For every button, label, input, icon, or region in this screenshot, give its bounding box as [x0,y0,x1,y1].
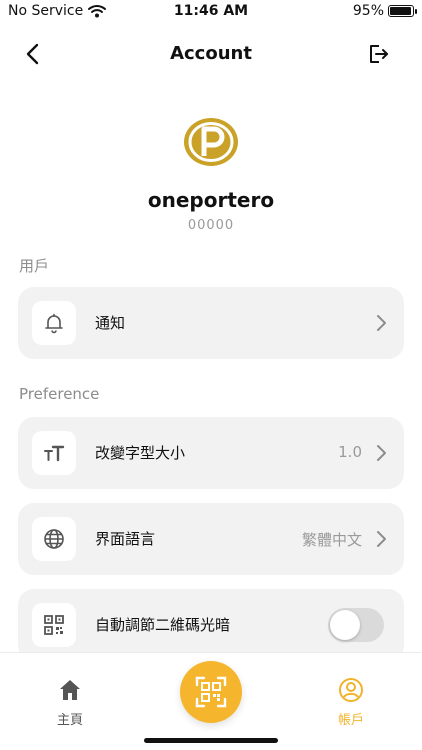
row-label: 改變字型大小 [95,444,186,462]
auto-brightness-row: 自動調節二維碼光暗 [18,589,404,661]
notifications-row[interactable]: 通知 [18,287,404,359]
row-label: 界面語言 [95,530,156,548]
qr-scan-icon [195,676,227,708]
battery-icon [388,5,417,17]
chevron-right-icon [377,315,386,331]
tab-bar: 主頁 帳戶 [0,652,422,750]
tab-account[interactable]: 帳戶 [311,677,391,728]
row-label: 自動調節二維碼光暗 [95,616,231,634]
user-circle-icon [339,678,363,702]
auto-brightness-toggle[interactable] [328,608,384,642]
status-bar: No Service 11:46 AM 95% [0,0,422,24]
row-label: 通知 [95,314,126,332]
language-row[interactable]: 界面語言 繁體中文 [18,503,404,575]
tab-home[interactable]: 主頁 [30,677,110,728]
home-icon [60,680,80,700]
status-right: 95% [352,3,417,19]
chevron-right-icon [377,531,386,547]
profile-section: oneportero 00000 [0,112,422,233]
row-value: 繁體中文 [301,531,362,549]
row-icon-box [32,431,76,475]
qr-code-icon [44,615,64,635]
font-size-row[interactable]: 改變字型大小 1.0 [18,417,404,489]
home-indicator [144,738,278,743]
toggle-knob [330,610,360,640]
profile-id: 00000 [187,218,235,233]
tab-home-label: 主頁 [56,713,83,728]
section-label-user: 用戶 [19,257,50,275]
logout-button[interactable] [364,40,392,68]
bell-icon [45,313,63,334]
scan-button[interactable] [180,661,242,723]
tab-account-label: 帳戶 [337,713,364,728]
profile-name: oneportero [147,188,275,212]
logout-icon [370,45,388,63]
row-icon-box [32,301,76,345]
row-icon-box [32,603,76,647]
page-title: Account [170,43,252,64]
row-value: 1.0 [338,443,362,461]
text-size-icon [44,445,65,462]
section-label-preference: Preference [19,385,100,403]
brand-logo-icon [184,118,238,166]
globe-icon [44,529,64,549]
battery-fill [390,7,411,15]
battery-percent: 95% [352,3,384,19]
nav-bar: Account [0,30,422,78]
row-icon-box [32,517,76,561]
chevron-right-icon [377,445,386,461]
